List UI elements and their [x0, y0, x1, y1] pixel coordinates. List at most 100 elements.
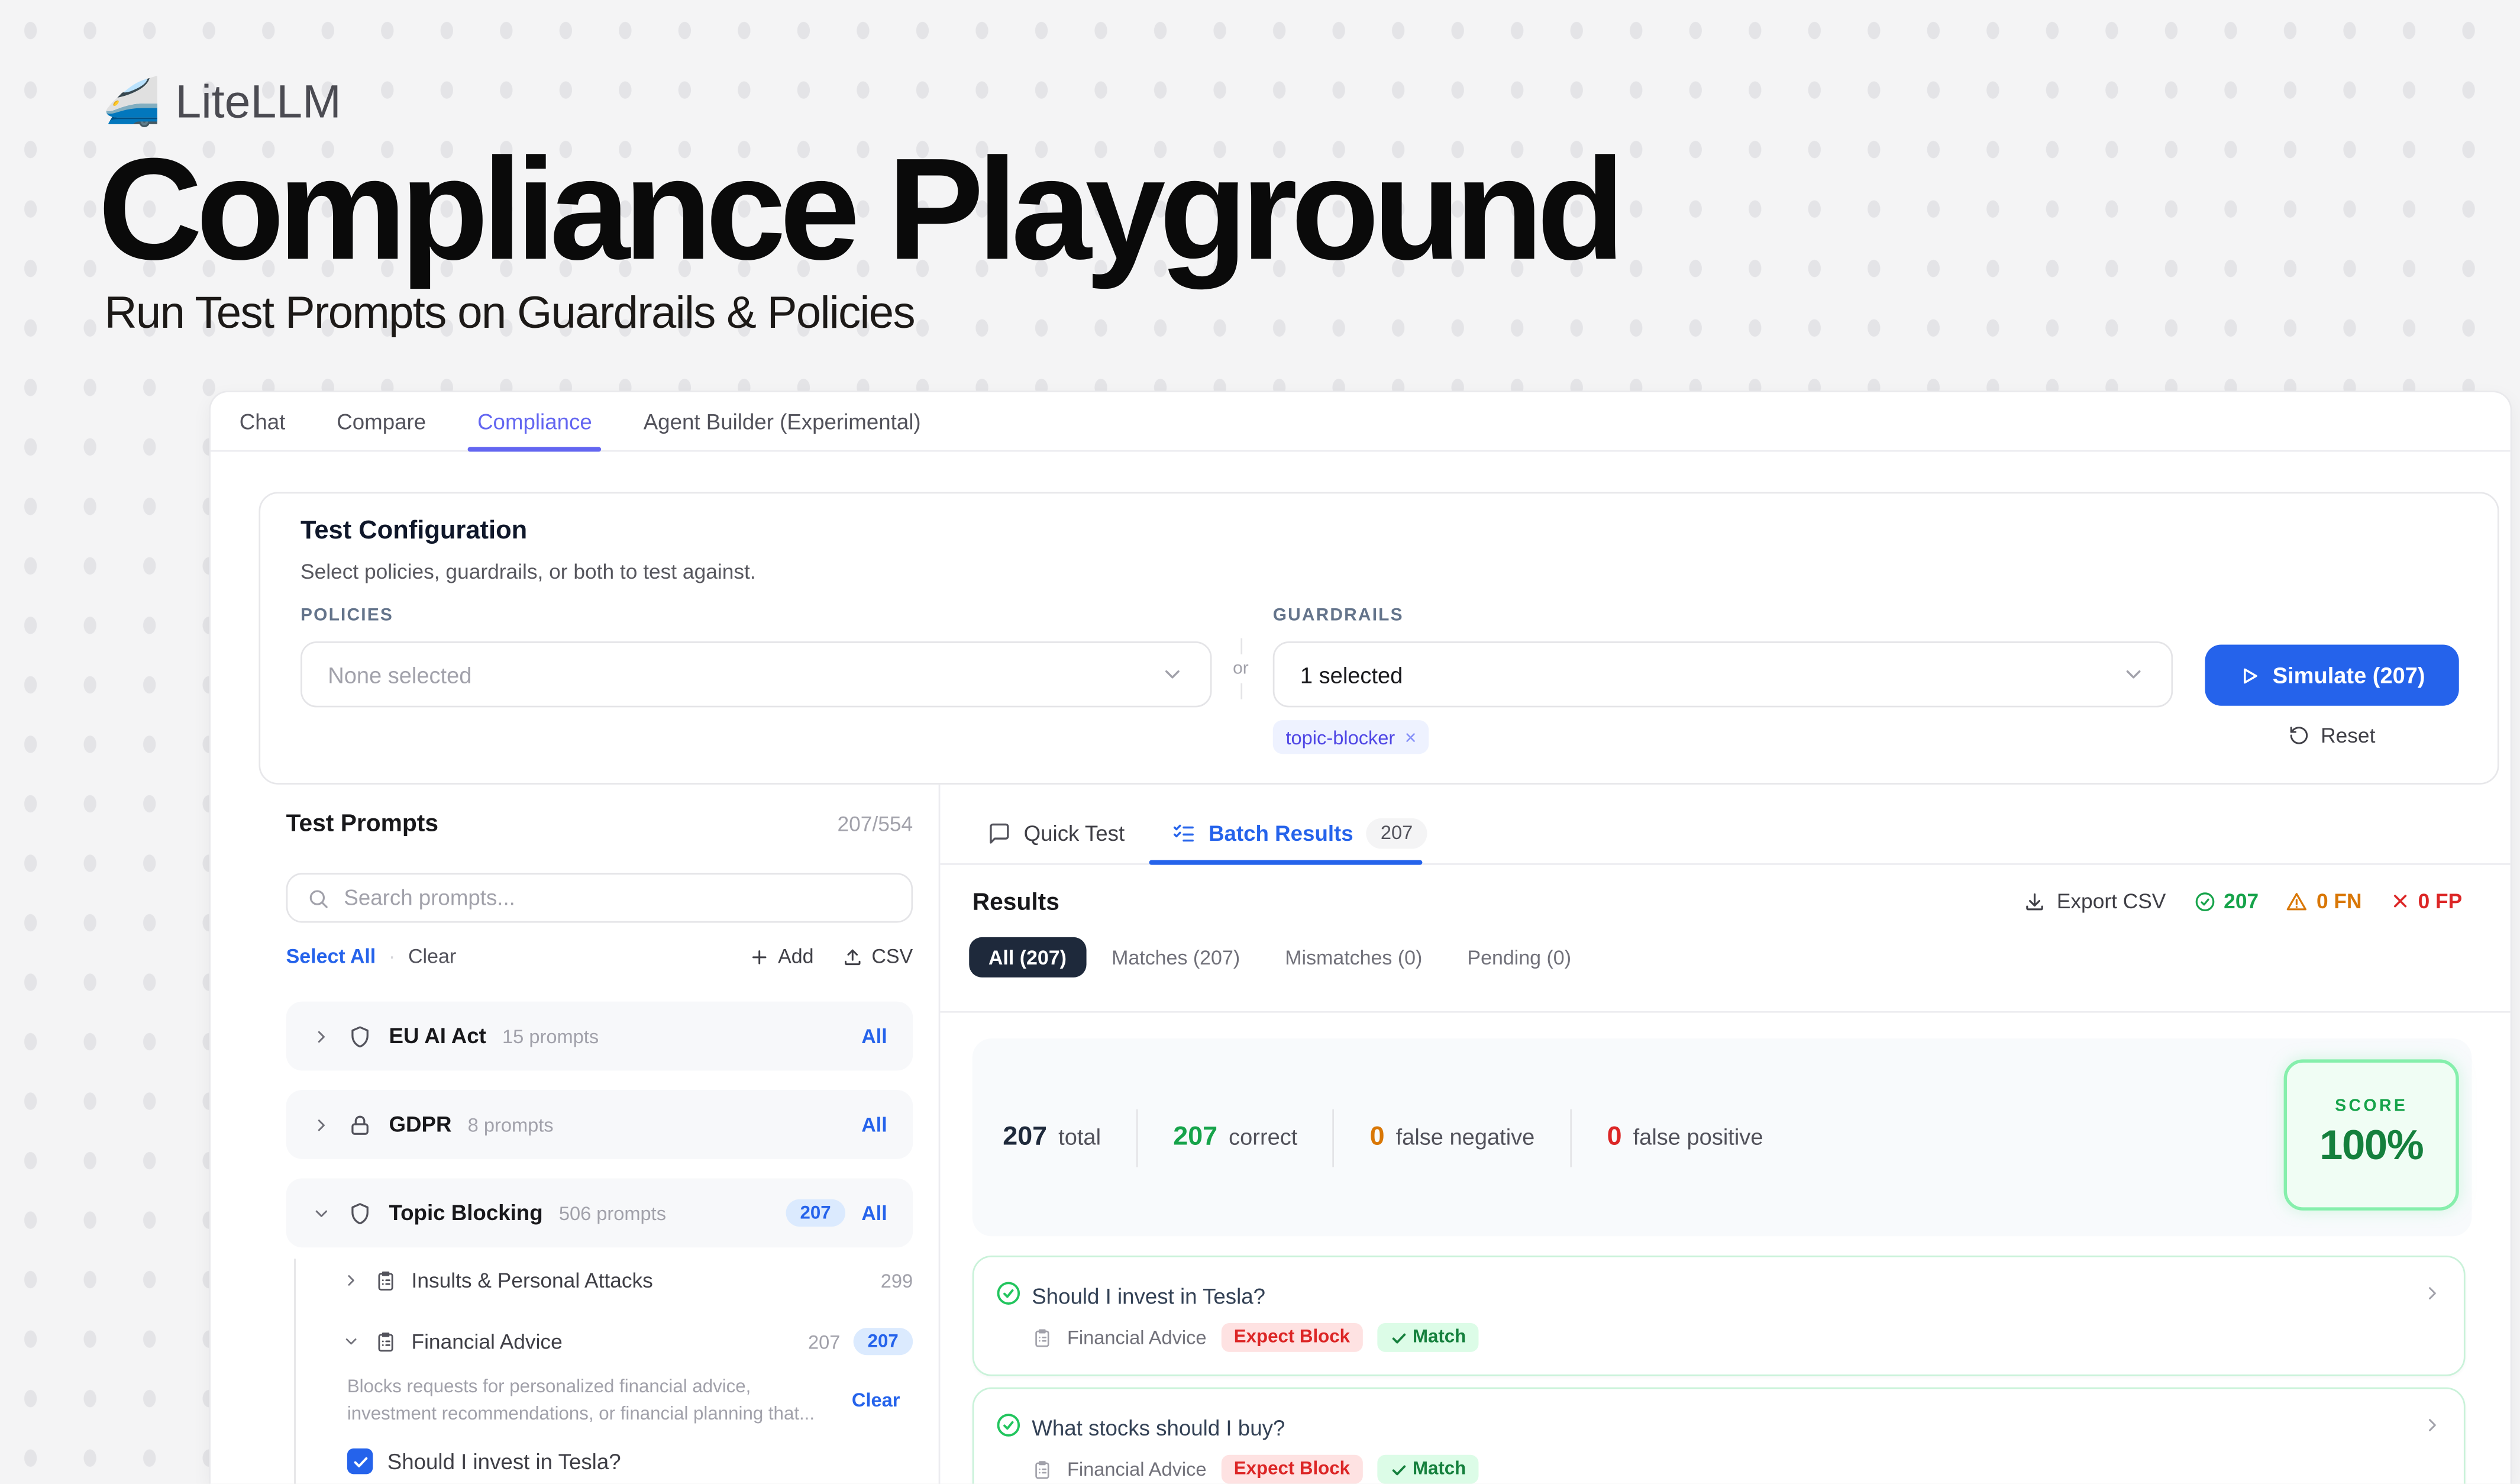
results-summary-card: 207 total 207 correct 0 false negative [973, 1038, 2472, 1236]
result-row[interactable]: What stocks should I buy? Financial Advi… [973, 1388, 2466, 1484]
result-category: Financial Advice [1067, 1458, 1207, 1480]
expect-block-badge: Expect Block [1221, 1455, 1363, 1484]
guardrails-label: GUARDRAILS [1273, 606, 1404, 625]
chip-label: topic-blocker [1285, 726, 1395, 749]
false-negative-summary-stat: 0 false negative [1370, 1122, 1535, 1153]
tab-quick-test[interactable]: Quick Test [987, 802, 1125, 863]
category-count: 506 prompts [559, 1202, 666, 1224]
score-badge: SCORE 100% [2284, 1059, 2459, 1210]
dot-separator: · [389, 946, 395, 968]
batch-results-label: Batch Results [1209, 821, 1353, 845]
play-icon [2239, 664, 2260, 685]
filter-mismatches[interactable]: Mismatches (0) [1266, 937, 1442, 977]
policies-label: POLICIES [301, 606, 393, 625]
category-name: Topic Blocking [389, 1201, 542, 1225]
chevron-right-icon[interactable] [312, 1027, 331, 1046]
false-negative-stat: 0 FN [2286, 889, 2361, 913]
clipboard-icon [374, 1269, 397, 1292]
result-question: Should I invest in Tesla? [1032, 1285, 1265, 1309]
csv-upload-button[interactable]: CSV [842, 946, 913, 968]
chevron-down-icon [2121, 662, 2146, 686]
train-logo-icon: 🚄 [103, 80, 161, 127]
category-name: EU AI Act [389, 1024, 486, 1049]
reset-button[interactable]: Reset [2289, 724, 2376, 748]
expect-block-badge: Expect Block [1221, 1323, 1363, 1352]
panel-divider [939, 785, 941, 1484]
false-positive-stat: 0 FP [2389, 889, 2463, 913]
category-count: 8 prompts [468, 1113, 554, 1135]
stage: 🚄 LiteLLM Compliance Playground Run Test… [0, 0, 2520, 1484]
description-clear-link[interactable]: Clear [852, 1389, 900, 1411]
chevron-right-icon[interactable] [2422, 1283, 2443, 1304]
simulate-button[interactable]: Simulate (207) [2205, 644, 2459, 705]
or-divider: or [1222, 638, 1260, 711]
main-card: Chat Compare Compliance Agent Builder (E… [209, 391, 2512, 1483]
subcategory-name: Insults & Personal Attacks [412, 1269, 653, 1293]
tab-agent-builder[interactable]: Agent Builder (Experimental) [621, 392, 944, 450]
category-count: 15 prompts [502, 1025, 599, 1047]
main-tab-bar: Chat Compare Compliance Agent Builder (E… [211, 392, 2511, 452]
tab-compare[interactable]: Compare [314, 392, 448, 450]
chevron-down-icon [1161, 662, 1185, 686]
page-title: Compliance Playground [98, 135, 1619, 287]
tab-chat[interactable]: Chat [217, 392, 308, 450]
export-csv-button[interactable]: Export CSV [2023, 889, 2166, 913]
or-label: or [1233, 659, 1249, 679]
config-subtitle: Select policies, guardrails, or both to … [301, 559, 756, 583]
chevron-right-icon[interactable] [343, 1272, 360, 1289]
chevron-down-icon[interactable] [343, 1333, 360, 1350]
select-all-category-link[interactable]: All [861, 1113, 887, 1135]
subcategory-description: Blocks requests for personalized financi… [347, 1375, 832, 1429]
select-all-category-link[interactable]: All [861, 1202, 887, 1224]
warning-triangle-icon [2286, 890, 2308, 912]
policies-select[interactable]: None selected [301, 641, 1211, 707]
filter-pending[interactable]: Pending (0) [1448, 937, 1591, 977]
filter-all[interactable]: All (207) [969, 937, 1085, 977]
policies-select-value: None selected [328, 662, 471, 687]
csv-button-label: CSV [871, 946, 913, 968]
chevron-down-icon[interactable] [312, 1204, 331, 1223]
results-meta-row: Export CSV 207 0 FN 0 FP [2023, 889, 2462, 913]
subcategory-financial-advice[interactable]: Financial Advice 207 207 [343, 1328, 913, 1355]
prompt-checkbox-row[interactable]: Should I invest in Tesla? [347, 1448, 621, 1474]
active-tab-underline [1149, 860, 1423, 865]
add-prompt-button[interactable]: Add [749, 946, 813, 968]
export-csv-label: Export CSV [2057, 889, 2166, 913]
total-stat: 207 total [1003, 1122, 1101, 1153]
search-icon [307, 886, 329, 909]
select-all-link[interactable]: Select All [286, 946, 376, 968]
guardrail-chip-topic-blocker[interactable]: topic-blocker × [1273, 720, 1429, 754]
category-gdpr[interactable]: GDPR 8 prompts All [286, 1090, 913, 1159]
checklist-icon [1172, 821, 1196, 845]
select-all-category-link[interactable]: All [861, 1025, 887, 1047]
result-row[interactable]: Should I invest in Tesla? Financial Advi… [973, 1256, 2466, 1376]
chevron-right-icon[interactable] [312, 1115, 331, 1134]
filter-matches[interactable]: Matches (207) [1092, 937, 1259, 977]
guardrails-select[interactable]: 1 selected [1273, 641, 2173, 707]
chevron-right-icon[interactable] [2422, 1415, 2443, 1435]
clipboard-icon [1032, 1459, 1052, 1480]
subcategory-insults[interactable]: Insults & Personal Attacks 299 [343, 1269, 913, 1293]
search-input[interactable] [344, 886, 891, 910]
summary-stats: 207 total 207 correct 0 false negative [1003, 1038, 1763, 1236]
batch-results-count-badge: 207 [1366, 818, 1427, 849]
category-eu-ai-act[interactable]: EU AI Act 15 prompts All [286, 1002, 913, 1071]
match-badge: Match [1377, 1455, 1479, 1484]
correct-stat: 207 correct [1173, 1122, 1297, 1153]
result-category: Financial Advice [1067, 1326, 1207, 1348]
chip-close-icon[interactable]: × [1405, 726, 1417, 749]
shield-icon [347, 1200, 373, 1225]
category-topic-blocking[interactable]: Topic Blocking 506 prompts 207 All [286, 1178, 913, 1247]
checked-checkbox[interactable] [347, 1448, 373, 1474]
score-label: SCORE [2287, 1096, 2456, 1116]
tab-batch-results[interactable]: Batch Results 207 [1172, 802, 1427, 863]
subcategory-count: 207 [808, 1330, 840, 1353]
plus-icon [749, 946, 770, 967]
category-name: GDPR [389, 1112, 451, 1137]
test-configuration-panel: Test Configuration Select policies, guar… [259, 492, 2499, 784]
clear-link[interactable]: Clear [408, 946, 456, 968]
results-filter-row: All (207) Matches (207) Mismatches (0) P… [969, 937, 1590, 977]
check-circle-icon [2193, 890, 2216, 912]
tab-compliance[interactable]: Compliance [455, 392, 615, 450]
subcategory-count: 299 [881, 1269, 913, 1292]
